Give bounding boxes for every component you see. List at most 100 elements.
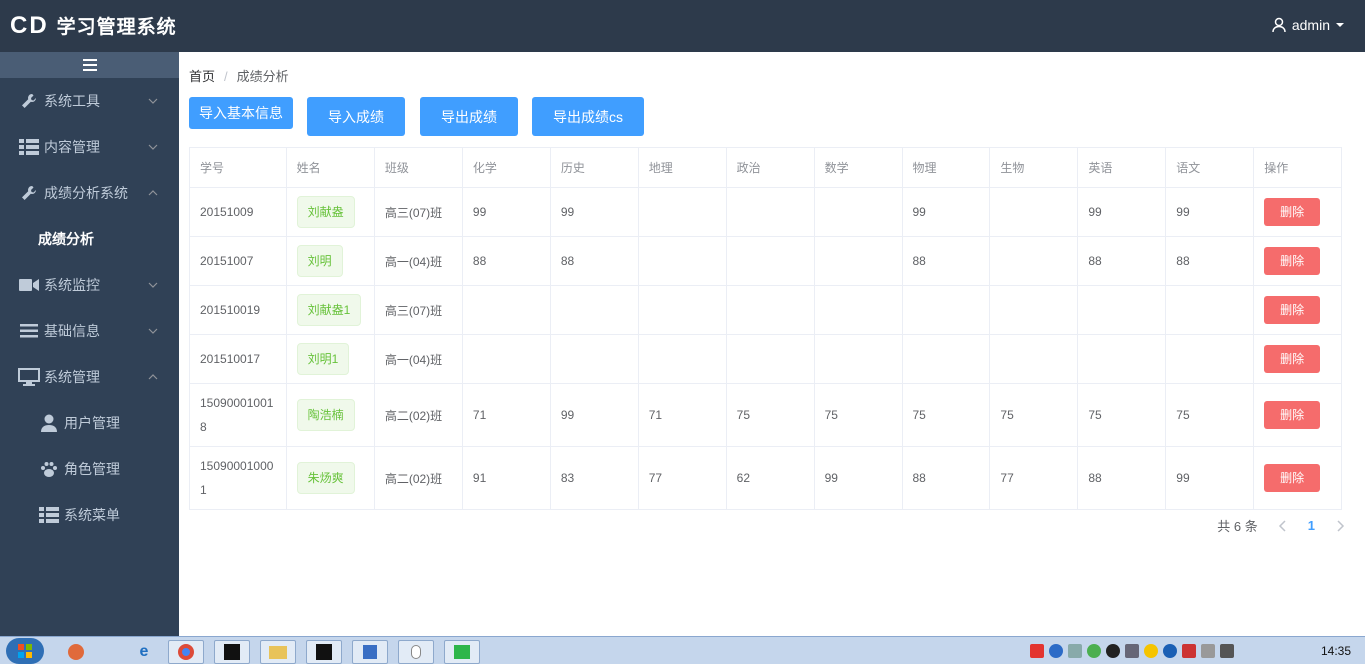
column-header: 学号 — [189, 147, 287, 188]
app-launcher-icon[interactable] — [58, 640, 94, 664]
delete-button[interactable]: 删除 — [1264, 345, 1321, 373]
user-menu[interactable]: admin — [1271, 17, 1345, 33]
sidebar-toggle[interactable] — [0, 52, 179, 78]
sidebar-item[interactable]: 成绩分析系统 — [0, 170, 179, 216]
score-cell — [549, 334, 639, 384]
ie-icon[interactable]: e — [126, 640, 162, 664]
windows-logo-icon — [18, 644, 32, 658]
monitor-icon — [18, 368, 40, 386]
sidebar-item[interactable]: 系统管理 — [0, 354, 179, 400]
app-logo[interactable]: CD 学习管理系统 — [10, 13, 177, 41]
delete-button[interactable]: 删除 — [1264, 247, 1321, 275]
score-cell: 88 — [1077, 446, 1167, 510]
network-tool-icon[interactable] — [352, 640, 388, 664]
intellij-icon[interactable] — [306, 640, 342, 664]
score-cell: 88 — [901, 236, 991, 286]
score-cell — [989, 334, 1079, 384]
name-cell: 陶浩楠 — [285, 383, 375, 447]
sidebar-subitem[interactable]: 用户管理 — [0, 400, 179, 446]
sidebar-item[interactable]: 基础信息 — [0, 308, 179, 354]
sidebar-item-label: 内容管理 — [44, 139, 100, 155]
action-cell: 删除 — [1253, 187, 1342, 237]
class-cell: 高一(04)班 — [373, 334, 463, 384]
name-cell: 刘献盎1 — [285, 285, 375, 335]
import-basic-info-button[interactable]: 导入基本信息 — [189, 97, 293, 129]
export-scores-cs-button[interactable]: 导出成绩cs — [532, 97, 644, 136]
delete-button[interactable]: 删除 — [1264, 401, 1321, 429]
class-cell: 高三(07)班 — [373, 285, 463, 335]
volume-icon[interactable] — [1220, 644, 1234, 658]
webstorm-icon[interactable] — [214, 640, 250, 664]
sidebar-subitem[interactable]: 系统菜单 — [0, 492, 179, 538]
pagination: 共 6 条 1 — [1217, 516, 1345, 535]
chevron-right-icon[interactable] — [1335, 519, 1345, 532]
signal-icon[interactable] — [1125, 644, 1139, 658]
score-cell: 71 — [637, 383, 727, 447]
sogou-input-icon[interactable] — [1030, 644, 1044, 658]
clipboard-icon[interactable] — [1201, 644, 1215, 658]
score-cell: 75 — [989, 383, 1079, 447]
menu-icon — [18, 322, 40, 340]
start-button[interactable] — [6, 638, 44, 664]
chat-app-icon[interactable] — [444, 640, 480, 664]
column-header: 历史 — [549, 147, 639, 188]
taskbar: e 14:35 — [0, 636, 1365, 664]
action-cell: 删除 — [1253, 334, 1342, 384]
breadcrumb-home[interactable]: 首页 — [189, 69, 215, 84]
wechat-icon[interactable] — [1087, 644, 1101, 658]
import-scores-button[interactable]: 导入成绩 — [307, 97, 405, 136]
page-number[interactable]: 1 — [1308, 518, 1315, 533]
column-header: 物理 — [901, 147, 991, 188]
clock[interactable]: 14:35 — [1321, 644, 1351, 658]
hamburger-icon — [82, 59, 97, 71]
table-row: 150900010018 陶浩楠 高二(02)班 71 99 71 75 75 75 75 75 75… — [189, 383, 1342, 447]
student-id-cell: 201510019 — [189, 285, 287, 335]
wrench-icon — [18, 184, 40, 202]
score-cell — [1165, 334, 1255, 384]
score-cell — [989, 236, 1079, 286]
action-cell: 删除 — [1253, 285, 1342, 335]
network-flag-icon[interactable] — [1182, 644, 1196, 658]
help-icon[interactable] — [1049, 644, 1063, 658]
delete-button[interactable]: 删除 — [1264, 296, 1321, 324]
bluetooth-icon[interactable] — [1163, 644, 1177, 658]
score-cell — [1077, 334, 1167, 384]
sidebar-item-label: 系统管理 — [44, 369, 100, 385]
column-header: 操作 — [1253, 147, 1342, 188]
score-cell: 71 — [461, 383, 551, 447]
chevron-down-icon — [147, 278, 159, 290]
column-header: 班级 — [373, 147, 463, 188]
sidebar-subitem[interactable]: 角色管理 — [0, 446, 179, 492]
qq-icon[interactable] — [398, 640, 434, 664]
security-icon[interactable] — [1144, 644, 1158, 658]
qq-tray-icon[interactable] — [1106, 644, 1120, 658]
score-cell — [637, 334, 727, 384]
chevron-down-icon — [147, 94, 159, 106]
table-row: 20151009 刘献盎 高三(07)班 99 99 99 99 99 删除 — [189, 187, 1342, 237]
export-scores-button[interactable]: 导出成绩 — [420, 97, 518, 136]
delete-button[interactable]: 删除 — [1264, 198, 1321, 226]
wrench-icon — [18, 92, 40, 110]
score-cell — [813, 334, 903, 384]
class-cell: 高二(02)班 — [373, 383, 463, 447]
score-cell: 75 — [725, 383, 815, 447]
input-switch-icon[interactable] — [1068, 644, 1082, 658]
folder-icon[interactable] — [260, 640, 296, 664]
sidebar-item[interactable]: 系统工具 — [0, 78, 179, 124]
name-tag: 刘明1 — [296, 343, 350, 375]
chevron-left-icon[interactable] — [1278, 519, 1288, 532]
column-header: 地理 — [637, 147, 727, 188]
score-cell: 88 — [461, 236, 551, 286]
score-cell — [461, 285, 551, 335]
table-row: 201510019 刘献盎1 高三(07)班 删除 — [189, 285, 1342, 335]
sidebar-item[interactable]: 系统监控 — [0, 262, 179, 308]
table-header-row: 学号 姓名 班级 化学 历史 地理 政治 数学 物理 生物 英语 语文 操作 — [189, 147, 1342, 188]
sidebar-item[interactable]: 内容管理 — [0, 124, 179, 170]
name-cell: 朱炀爽 — [285, 446, 375, 510]
user-icon — [38, 414, 60, 432]
column-header: 英语 — [1077, 147, 1167, 188]
sidebar-subitem[interactable]: 成绩分析 — [0, 216, 179, 262]
chrome-icon[interactable] — [168, 640, 204, 664]
delete-button[interactable]: 删除 — [1264, 464, 1321, 492]
chevron-up-icon — [147, 370, 159, 382]
